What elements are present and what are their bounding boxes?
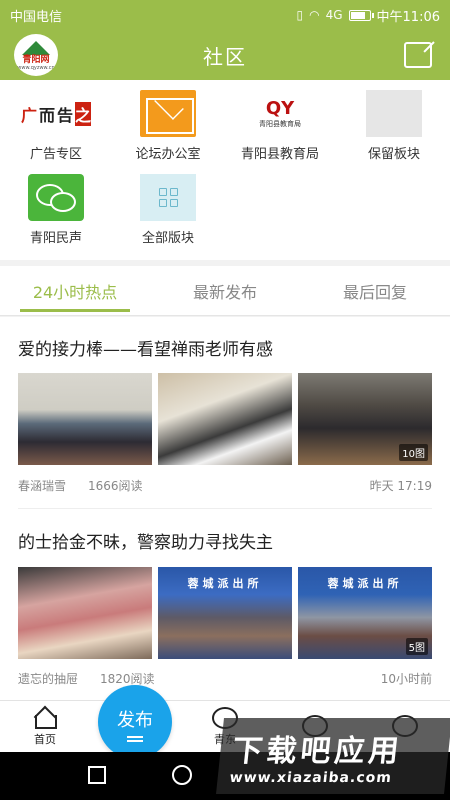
photo-sign-text: 蓉城派出所 bbox=[187, 577, 263, 590]
post-time: 10小时前 bbox=[380, 672, 432, 686]
post-photo[interactable] bbox=[18, 567, 152, 659]
divider bbox=[18, 508, 432, 509]
section-label: 论坛办公室 bbox=[135, 147, 201, 162]
section-label: 青阳民声 bbox=[29, 231, 82, 246]
tab-last-reply[interactable]: 最后回复 bbox=[310, 266, 440, 316]
grid-icon bbox=[140, 174, 196, 221]
status-icons: ▯ ◠ 4G 中午11:06 bbox=[297, 6, 441, 25]
post-title[interactable]: 爱的接力棒——看望禅雨老师有感 bbox=[18, 335, 273, 360]
ad-glyph: 而 bbox=[38, 105, 55, 125]
compose-button[interactable] bbox=[404, 42, 432, 68]
logo-text: 青阳网 bbox=[22, 55, 50, 65]
tab-24h-hot[interactable]: 24小时热点 bbox=[10, 266, 140, 316]
status-bar: 中国电信 ▯ ◠ 4G 中午11:06 bbox=[0, 0, 450, 30]
tab-latest[interactable]: 最新发布 bbox=[160, 266, 290, 316]
feed-tabs: 24小时热点 最新发布 最后回复 bbox=[0, 266, 450, 316]
publish-label: 发布 bbox=[117, 710, 153, 731]
signal-icon: 4G bbox=[325, 8, 343, 22]
education-logo-icon: QY 青阳县教育局 bbox=[252, 90, 308, 137]
post-views: 1666阅读 bbox=[88, 479, 143, 493]
post-time: 昨天 17:19 bbox=[369, 479, 432, 493]
post-views: 1820阅读 bbox=[100, 672, 155, 686]
section-ad[interactable]: 广 而 告 之 广告专区 bbox=[0, 80, 112, 162]
post-photo[interactable] bbox=[158, 373, 292, 465]
page-title: 社区 bbox=[203, 44, 247, 69]
placeholder-icon bbox=[366, 90, 422, 137]
section-label: 全部版块 bbox=[141, 231, 194, 246]
post-photo[interactable]: 蓉城派出所 5图 bbox=[298, 567, 432, 659]
section-reserved[interactable]: 保留板块 bbox=[338, 80, 450, 162]
section-label: 青阳县教育局 bbox=[240, 147, 319, 162]
battery-icon bbox=[348, 9, 374, 21]
publish-button[interactable]: 发布 bbox=[98, 685, 172, 759]
nav-home[interactable]: 首页 bbox=[0, 701, 90, 753]
post-item[interactable]: 的士拾金不昧，警察助力寻找失主 蓉城派出所 蓉城派出所 5图 遗忘的抽屉 182… bbox=[0, 510, 450, 700]
ad-glyph: 告 bbox=[57, 105, 74, 125]
ad-glyph: 广 bbox=[20, 105, 37, 125]
post-item[interactable]: 爱的接力棒——看望禅雨老师有感 10图 春涵瑞雪 1666阅读 昨天 17:19 bbox=[0, 317, 450, 510]
ad-icon: 广 而 告 之 bbox=[21, 90, 92, 137]
nav-label: 首页 bbox=[34, 733, 56, 746]
ad-glyph: 之 bbox=[75, 101, 92, 126]
site-logo[interactable]: 青阳网 www.qyzww.cn bbox=[14, 34, 58, 76]
mail-icon bbox=[140, 90, 196, 137]
app-bar: 青阳网 www.qyzww.cn 社区 bbox=[0, 30, 450, 80]
edu-logo-caption: 青阳县教育局 bbox=[259, 120, 301, 128]
vibrate-icon: ▯ bbox=[296, 8, 304, 22]
carrier-label: 中国电信 bbox=[10, 9, 63, 25]
logo-subtext: www.qyzww.cn bbox=[17, 65, 55, 71]
menu-lines-icon bbox=[127, 736, 143, 738]
wechat-icon bbox=[28, 174, 84, 221]
clock: 中午11:06 bbox=[376, 9, 440, 25]
section-label: 保留板块 bbox=[367, 147, 420, 162]
mountain-icon bbox=[22, 41, 50, 55]
post-title[interactable]: 的士拾金不昧，警察助力寻找失主 bbox=[18, 528, 273, 553]
post-author[interactable]: 春涵瑞雪 bbox=[18, 477, 66, 494]
section-label: 广告专区 bbox=[29, 147, 82, 162]
watermark-title: 下载吧应用 bbox=[230, 734, 405, 769]
edu-logo-mark: QY bbox=[265, 98, 295, 119]
post-photo[interactable]: 10图 bbox=[298, 373, 432, 465]
section-grid: 广 而 告 之 广告专区 论坛办公室 QY 青阳县教育局 青阳县教育局 保留板块… bbox=[0, 80, 450, 260]
section-education-bureau[interactable]: QY 青阳县教育局 青阳县教育局 bbox=[224, 80, 336, 162]
post-photo[interactable] bbox=[18, 373, 152, 465]
watermark-url: www.xiazaiba.com bbox=[228, 770, 393, 786]
photo-count-badge: 5图 bbox=[405, 638, 428, 655]
battery-level bbox=[350, 11, 365, 19]
home-icon bbox=[32, 707, 58, 729]
section-all[interactable]: 全部版块 bbox=[112, 164, 224, 246]
photo-count-badge: 10图 bbox=[399, 444, 428, 461]
watermark: 下载吧应用 www.xiazaiba.com bbox=[216, 718, 450, 794]
home-system-button[interactable] bbox=[172, 765, 192, 785]
photo-sign-text: 蓉城派出所 bbox=[327, 577, 403, 590]
section-forum-office[interactable]: 论坛办公室 bbox=[112, 80, 224, 162]
wifi-icon: ◠ bbox=[309, 8, 320, 22]
post-photo[interactable]: 蓉城派出所 bbox=[158, 567, 292, 659]
recents-button[interactable] bbox=[88, 766, 106, 784]
post-author[interactable]: 遗忘的抽屉 bbox=[18, 670, 78, 687]
section-public-voice[interactable]: 青阳民声 bbox=[0, 164, 112, 246]
